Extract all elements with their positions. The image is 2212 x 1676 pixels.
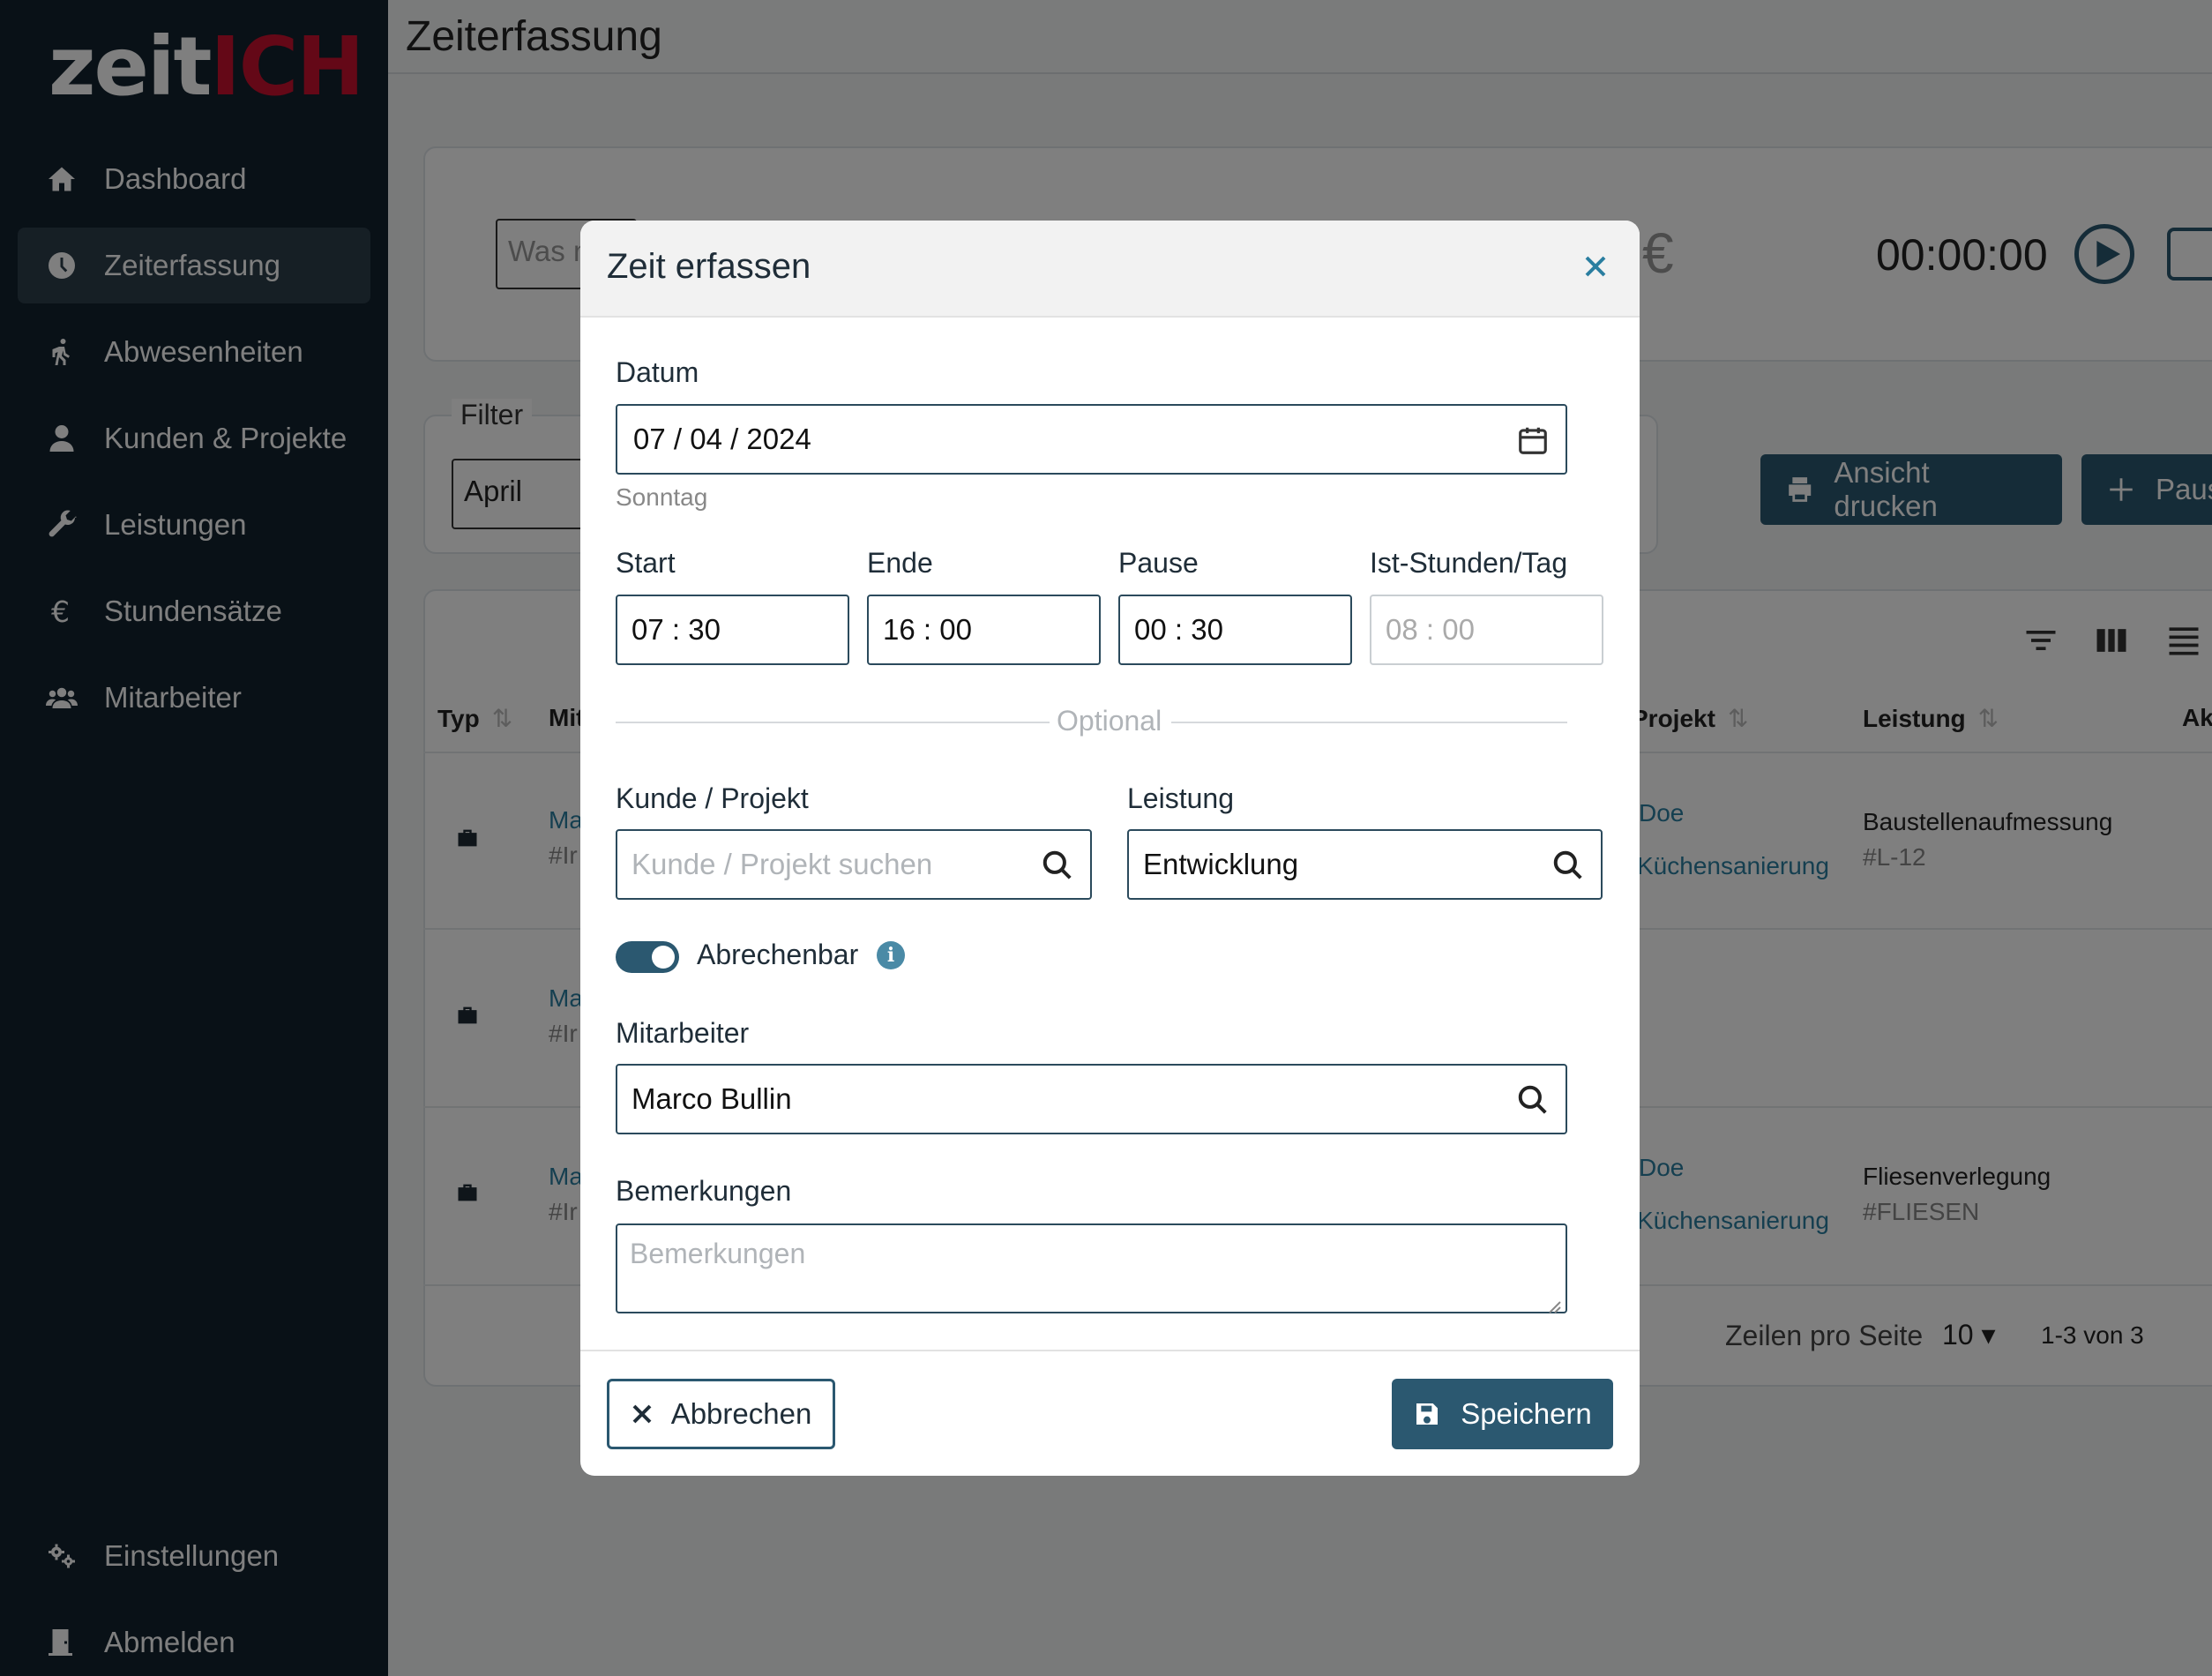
remarks-textarea[interactable]: Bemerkungen [616,1223,1567,1313]
actual-hours-field: 08 : 00 [1370,595,1603,665]
resize-grip-icon[interactable] [1543,1289,1562,1313]
end-label: Ende [867,547,933,579]
search-icon [1041,849,1074,882]
info-icon[interactable]: i [877,941,905,969]
service-label: Leistung [1127,782,1234,814]
save-label: Speichern [1461,1397,1592,1430]
end-time-field[interactable]: 16 : 00 [867,595,1101,665]
service-value: Entwicklung [1143,848,1299,880]
actual-hours-label: Ist-Stunden/Tag [1370,547,1568,579]
pause-time-field[interactable]: 00 : 30 [1118,595,1352,665]
dialog-footer-divider [580,1350,1640,1351]
customer-project-label: Kunde / Projekt [616,782,809,814]
start-time-field[interactable]: 07 : 30 [616,595,849,665]
employee-search[interactable]: Marco Bullin [616,1064,1567,1134]
optional-divider-left [616,722,1050,723]
weekday-hint: Sonntag [616,483,708,511]
service-search[interactable]: Entwicklung [1127,829,1603,900]
close-icon[interactable] [1578,249,1613,284]
optional-divider-label: Optional [1057,705,1162,737]
calendar-icon[interactable] [1516,423,1550,457]
date-field[interactable]: 07 / 04 / 2024 [616,404,1567,475]
date-label: Datum [616,356,699,388]
cancel-button[interactable]: Abbrechen [607,1379,835,1449]
customer-project-search[interactable]: Kunde / Projekt suchen [616,829,1092,900]
dialog-title: Zeit erfassen [607,247,811,286]
optional-divider-right [1171,722,1567,723]
remarks-placeholder: Bemerkungen [630,1238,806,1269]
employee-value: Marco Bullin [631,1082,792,1115]
billable-toggle[interactable] [616,941,679,973]
search-icon [1551,849,1585,882]
close-icon [632,1404,652,1424]
dialog-header: Zeit erfassen [580,221,1640,318]
floppy-disk-icon [1416,1403,1439,1425]
remarks-label: Bemerkungen [616,1175,792,1207]
start-label: Start [616,547,676,579]
search-icon [1516,1083,1550,1117]
employee-label: Mitarbeiter [616,1017,750,1049]
time-entry-dialog: Zeit erfassen Datum 07 / 04 / 2024 Sonnt… [580,221,1640,1476]
customer-project-placeholder: Kunde / Projekt suchen [631,848,933,880]
billable-label: Abrechenbar [697,939,859,970]
date-value: 07 / 04 / 2024 [633,423,811,455]
pause-label: Pause [1118,547,1199,579]
cancel-label: Abbrechen [670,1397,812,1430]
save-button[interactable]: Speichern [1392,1379,1613,1449]
